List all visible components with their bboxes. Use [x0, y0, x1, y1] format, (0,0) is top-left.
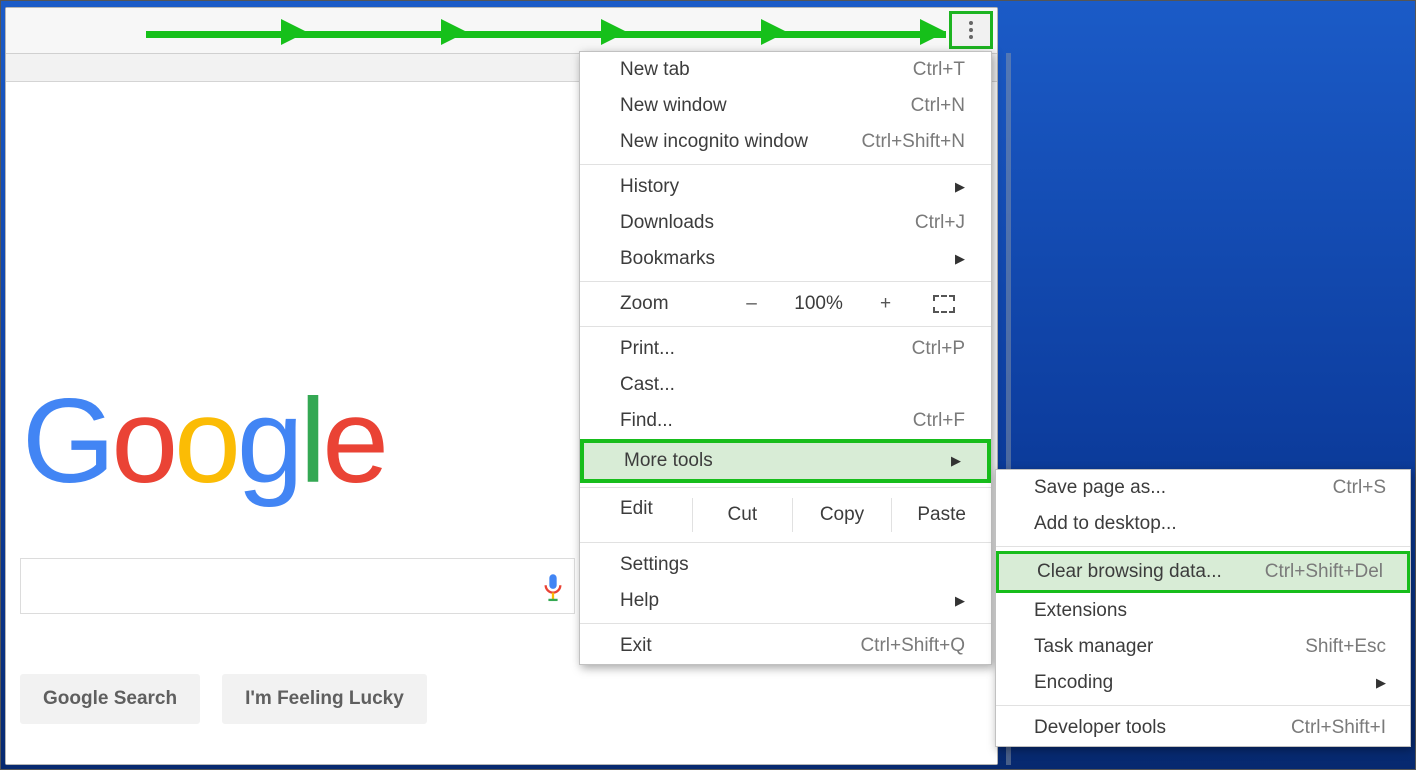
- menu-separator: [580, 623, 991, 624]
- more-tools-submenu: Save page as... Ctrl+S Add to desktop...…: [995, 469, 1411, 747]
- menu-label: History: [620, 177, 679, 197]
- annotation-arrowhead: [281, 19, 307, 45]
- menu-label: Add to desktop...: [1034, 514, 1177, 534]
- edit-copy-button[interactable]: Copy: [792, 498, 892, 532]
- menu-bookmarks[interactable]: Bookmarks ▶: [580, 241, 991, 277]
- menu-label: Exit: [620, 636, 652, 656]
- menu-shortcut: Ctrl+Shift+I: [1291, 718, 1386, 738]
- search-input[interactable]: [20, 558, 575, 614]
- menu-label: Zoom: [620, 293, 669, 315]
- menu-print[interactable]: Print... Ctrl+P: [580, 331, 991, 367]
- menu-shortcut: Ctrl+J: [915, 213, 965, 233]
- menu-downloads[interactable]: Downloads Ctrl+J: [580, 205, 991, 241]
- menu-label: New tab: [620, 60, 690, 80]
- menu-label: Find...: [620, 411, 673, 431]
- menu-label: Bookmarks: [620, 249, 715, 269]
- menu-shortcut: Ctrl+Shift+N: [862, 132, 965, 152]
- menu-label: New incognito window: [620, 132, 808, 152]
- menu-separator: [580, 326, 991, 327]
- menu-shortcut: Ctrl+N: [911, 96, 965, 116]
- menu-exit[interactable]: Exit Ctrl+Shift+Q: [580, 628, 991, 664]
- submenu-encoding[interactable]: Encoding ▶: [996, 665, 1410, 701]
- annotation-arrow: [146, 31, 946, 38]
- menu-new-window[interactable]: New window Ctrl+N: [580, 88, 991, 124]
- menu-shortcut: Ctrl+Shift+Del: [1265, 562, 1383, 582]
- menu-zoom: Zoom – 100% +: [580, 286, 991, 322]
- menu-find[interactable]: Find... Ctrl+F: [580, 403, 991, 439]
- edit-cut-button[interactable]: Cut: [692, 498, 792, 532]
- menu-cast[interactable]: Cast...: [580, 367, 991, 403]
- submenu-arrow-icon: ▶: [951, 451, 961, 471]
- chrome-menu-button[interactable]: [949, 11, 993, 49]
- menu-label: More tools: [624, 451, 713, 471]
- google-logo: Google: [22, 372, 385, 510]
- submenu-arrow-icon: ▶: [955, 249, 965, 269]
- menu-separator: [580, 164, 991, 165]
- menu-label: Edit: [620, 498, 692, 532]
- menu-label: Print...: [620, 339, 675, 359]
- menu-label: Developer tools: [1034, 718, 1166, 738]
- menu-shortcut: Ctrl+P: [912, 339, 965, 359]
- menu-label: Downloads: [620, 213, 714, 233]
- submenu-clear-browsing-data[interactable]: Clear browsing data... Ctrl+Shift+Del: [996, 551, 1410, 593]
- menu-label: Extensions: [1034, 601, 1127, 621]
- menu-shortcut: Ctrl+F: [913, 411, 965, 431]
- chrome-main-menu: New tab Ctrl+T New window Ctrl+N New inc…: [579, 51, 992, 665]
- zoom-out-button[interactable]: –: [725, 293, 779, 315]
- menu-shortcut: Ctrl+Shift+Q: [860, 636, 965, 656]
- submenu-developer-tools[interactable]: Developer tools Ctrl+Shift+I: [996, 710, 1410, 746]
- menu-shortcut: Ctrl+S: [1333, 478, 1386, 498]
- zoom-value: 100%: [779, 293, 859, 315]
- google-search-button[interactable]: Google Search: [20, 674, 200, 724]
- menu-separator: [996, 546, 1410, 547]
- submenu-arrow-icon: ▶: [955, 591, 965, 611]
- menu-label: Save page as...: [1034, 478, 1166, 498]
- edit-paste-button[interactable]: Paste: [891, 498, 991, 532]
- annotation-arrowhead: [601, 19, 627, 45]
- mic-icon[interactable]: [542, 573, 564, 603]
- menu-edit-row: Edit Cut Copy Paste: [580, 492, 991, 538]
- menu-label: Help: [620, 591, 659, 611]
- menu-label: Task manager: [1034, 637, 1153, 657]
- submenu-arrow-icon: ▶: [955, 177, 965, 197]
- submenu-arrow-icon: ▶: [1376, 673, 1386, 693]
- menu-label: Settings: [620, 555, 689, 575]
- zoom-in-button[interactable]: +: [859, 293, 913, 315]
- menu-separator: [580, 542, 991, 543]
- menu-history[interactable]: History ▶: [580, 169, 991, 205]
- fullscreen-icon[interactable]: [933, 295, 955, 313]
- submenu-task-manager[interactable]: Task manager Shift+Esc: [996, 629, 1410, 665]
- menu-separator: [580, 281, 991, 282]
- menu-settings[interactable]: Settings: [580, 547, 991, 583]
- menu-shortcut: Ctrl+T: [913, 60, 965, 80]
- submenu-save-page-as[interactable]: Save page as... Ctrl+S: [996, 470, 1410, 506]
- menu-label: Clear browsing data...: [1037, 562, 1222, 582]
- annotation-arrowhead: [441, 19, 467, 45]
- menu-shortcut: Shift+Esc: [1305, 637, 1386, 657]
- menu-separator: [580, 487, 991, 488]
- annotation-arrowhead: [920, 19, 946, 45]
- annotation-arrowhead: [761, 19, 787, 45]
- submenu-add-to-desktop[interactable]: Add to desktop...: [996, 506, 1410, 542]
- menu-more-tools[interactable]: More tools ▶: [580, 439, 991, 483]
- menu-new-tab[interactable]: New tab Ctrl+T: [580, 52, 991, 88]
- menu-new-incognito[interactable]: New incognito window Ctrl+Shift+N: [580, 124, 991, 160]
- menu-label: New window: [620, 96, 727, 116]
- menu-label: Encoding: [1034, 673, 1113, 693]
- menu-label: Cast...: [620, 375, 675, 395]
- chrome-toolbar: [6, 8, 997, 54]
- menu-separator: [996, 705, 1410, 706]
- menu-help[interactable]: Help ▶: [580, 583, 991, 619]
- submenu-extensions[interactable]: Extensions: [996, 593, 1410, 629]
- feeling-lucky-button[interactable]: I'm Feeling Lucky: [222, 674, 427, 724]
